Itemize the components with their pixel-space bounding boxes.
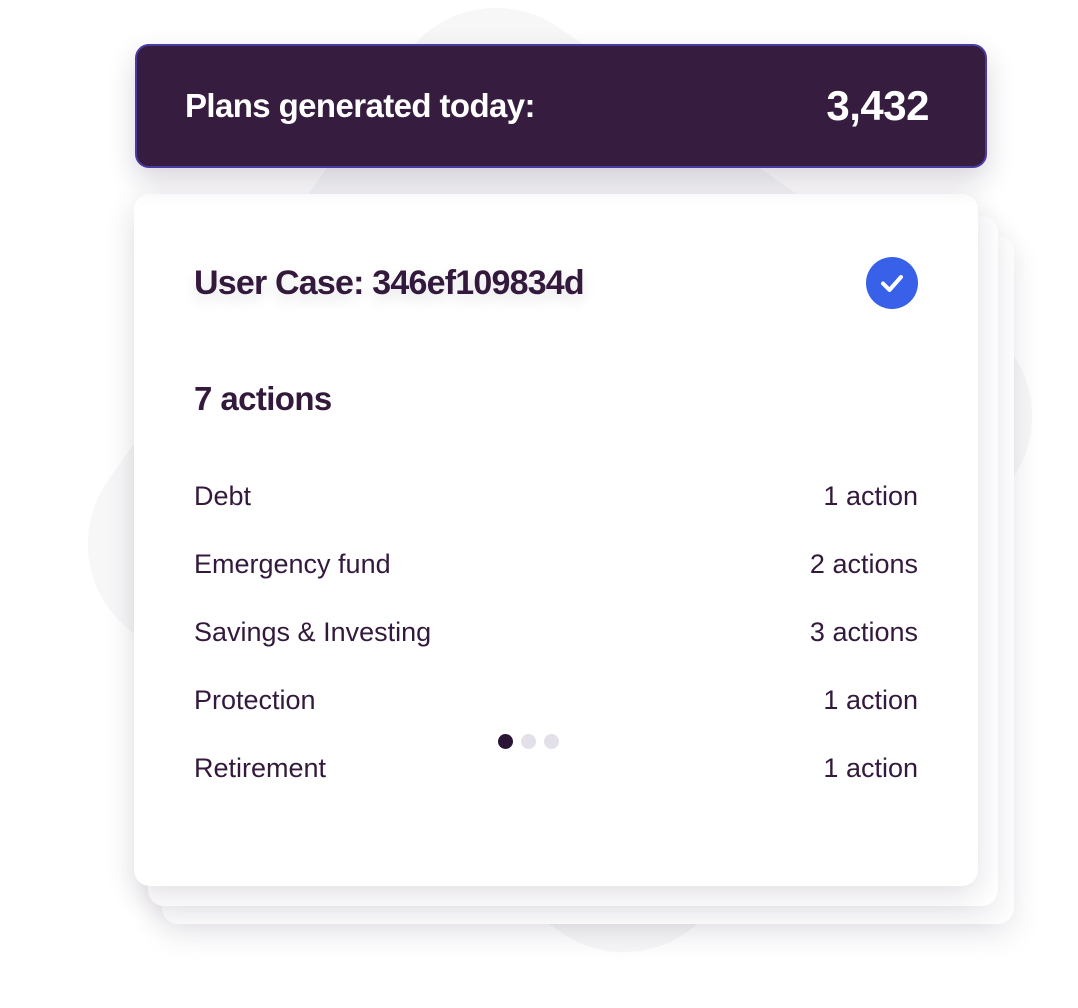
list-item: Protection 1 action bbox=[194, 666, 918, 734]
action-count: 1 action bbox=[823, 684, 918, 715]
list-item: Emergency fund 2 actions bbox=[194, 530, 918, 598]
pager-dot-1[interactable] bbox=[498, 734, 513, 749]
user-case-card: User Case: 346ef109834d 7 actions Debt 1… bbox=[134, 194, 978, 886]
action-category-label: Protection bbox=[194, 684, 316, 715]
plans-generated-label: Plans generated today: bbox=[185, 87, 536, 124]
check-circle-icon bbox=[866, 257, 918, 309]
carousel-pager bbox=[498, 734, 559, 749]
action-list: Debt 1 action Emergency fund 2 actions S… bbox=[194, 476, 918, 802]
pager-dot-2[interactable] bbox=[521, 734, 536, 749]
action-count: 1 action bbox=[823, 752, 918, 783]
pager-dot-3[interactable] bbox=[544, 734, 559, 749]
plans-generated-banner: Plans generated today: 3,432 bbox=[135, 44, 987, 168]
actions-total-heading: 7 actions bbox=[194, 380, 332, 417]
action-category-label: Debt bbox=[194, 480, 252, 511]
user-case-header: User Case: 346ef109834d bbox=[194, 256, 918, 310]
plans-generated-count: 3,432 bbox=[826, 82, 929, 129]
list-item: Debt 1 action bbox=[194, 462, 918, 530]
user-case-title: User Case: 346ef109834d bbox=[194, 263, 585, 302]
action-category-label: Retirement bbox=[194, 752, 327, 783]
action-count: 3 actions bbox=[809, 616, 918, 647]
list-item: Savings & Investing 3 actions bbox=[194, 598, 918, 666]
action-category-label: Emergency fund bbox=[194, 548, 391, 579]
action-category-label: Savings & Investing bbox=[194, 616, 432, 647]
action-count: 2 actions bbox=[809, 548, 918, 579]
action-count: 1 action bbox=[823, 480, 918, 511]
